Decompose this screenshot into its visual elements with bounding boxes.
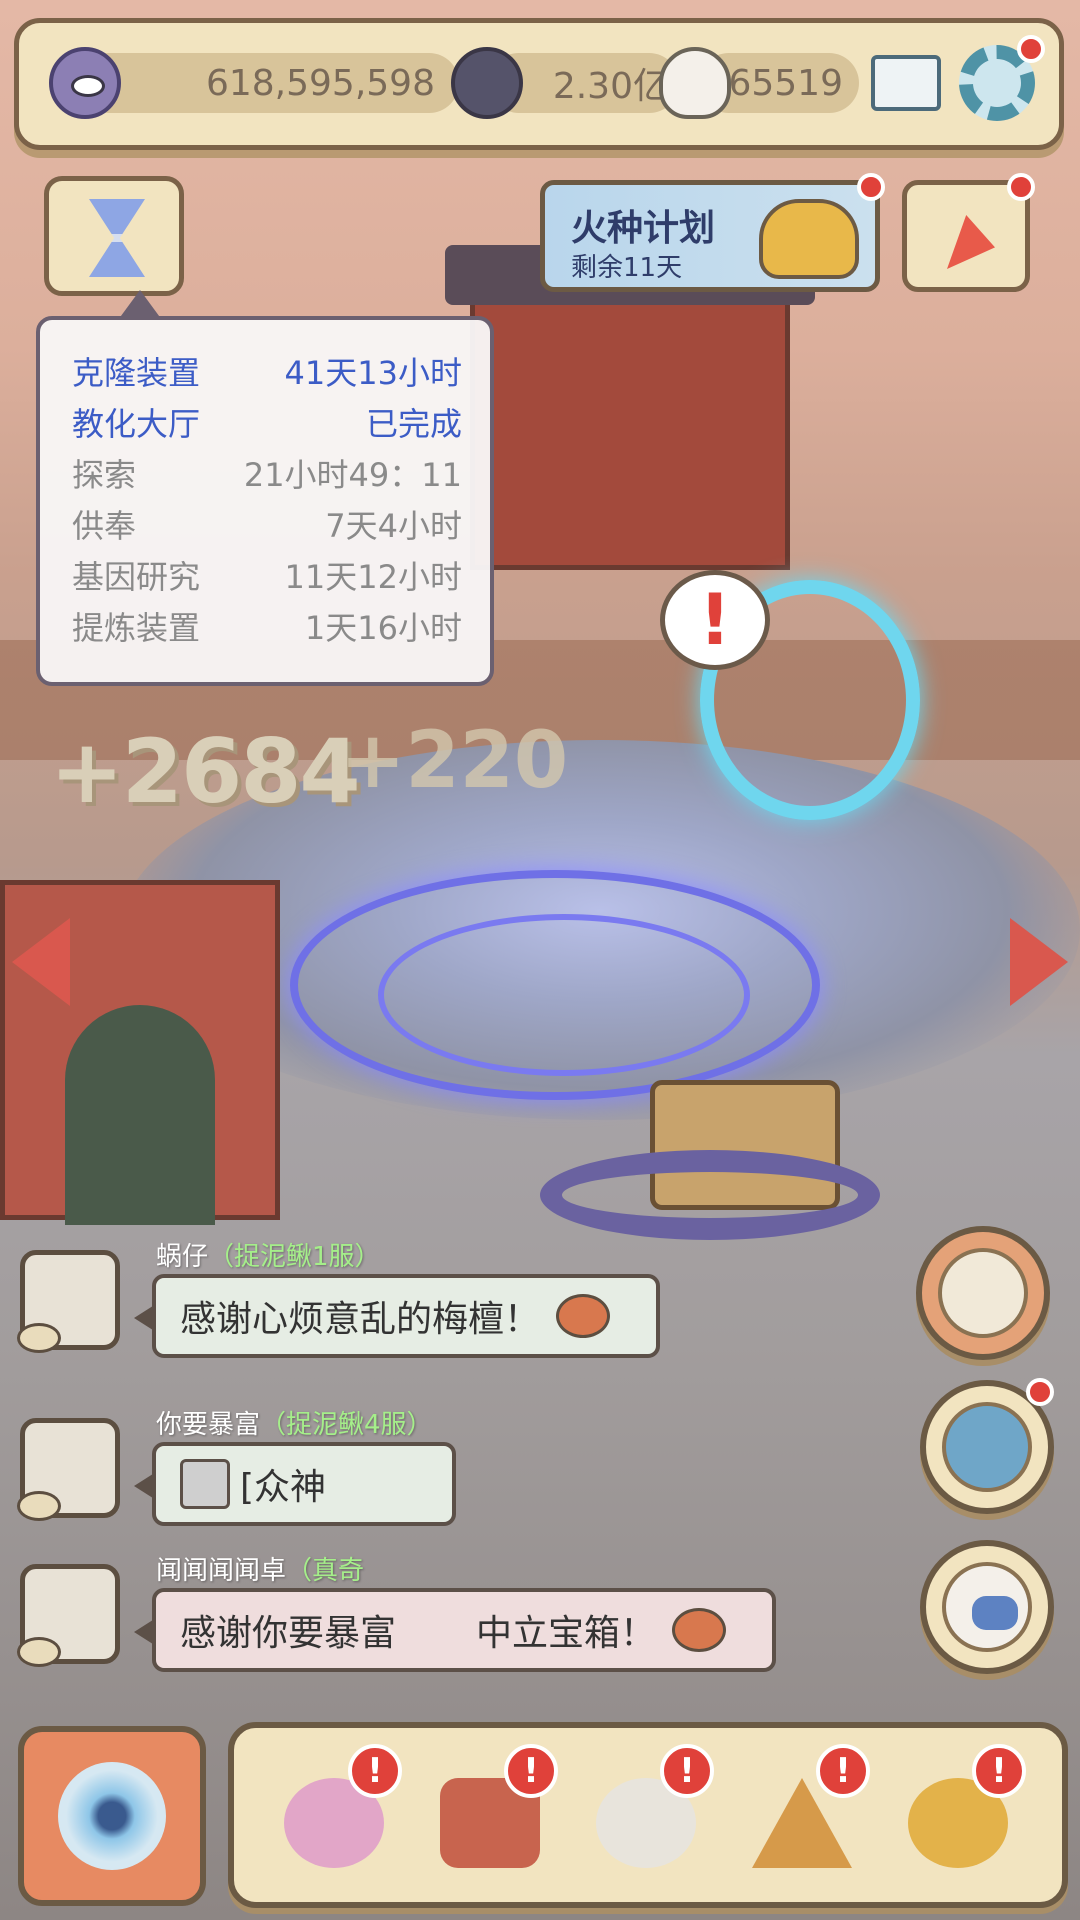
alert-badge: ! <box>972 1744 1026 1798</box>
timer-tooltip: 克隆装置 41天13小时 教化大厅 已完成 探索 21小时49：11 供奉 7天… <box>36 290 494 686</box>
chat-username: 蜗仔 <box>156 1242 209 1272</box>
event-title: 火种计划 <box>571 208 716 249</box>
avatar[interactable] <box>17 1250 120 1353</box>
alert-badge: ! <box>504 1744 558 1798</box>
magic-circle[interactable] <box>290 870 820 1100</box>
timer-value: 21小时49：11 <box>243 456 462 494</box>
floating-gain-number: +220 <box>340 716 569 806</box>
portal-round-button[interactable] <box>920 1378 1054 1514</box>
scene-prev-arrow[interactable] <box>12 918 70 1006</box>
alert-badge: ! <box>816 1744 870 1798</box>
snake-creature <box>540 1150 880 1240</box>
notification-dot <box>1026 1378 1054 1406</box>
mail-icon[interactable] <box>871 55 941 111</box>
timer-row: 克隆装置 41天13小时 <box>72 348 462 399</box>
speech-icon <box>972 1596 1018 1630</box>
timer-name: 教化大厅 <box>72 405 201 443</box>
eye-icon <box>49 47 121 119</box>
vortex-icon <box>942 1402 1032 1492</box>
avatar[interactable] <box>17 1564 120 1667</box>
chat-server: （真奇 <box>286 1556 365 1586</box>
chat-text: [众神 <box>240 1467 327 1508</box>
eye-count-value: 618,595,598 <box>205 62 435 104</box>
letter-icon <box>938 1248 1028 1338</box>
mail-round-button[interactable] <box>916 1226 1050 1360</box>
timer-row: 教化大厅 已完成 <box>72 399 462 450</box>
timer-value: 1天16小时 <box>304 609 462 647</box>
ghost-count-value: 65519 <box>728 62 843 104</box>
dock-coin-button[interactable]: ! <box>892 1744 1026 1882</box>
crab-emoji-icon <box>556 1294 611 1338</box>
chat-message[interactable]: 闻闻闻闻卓（真奇 感谢你要暴富 中立宝箱！ <box>17 1554 840 1704</box>
eye-badge-icon <box>17 1491 61 1521</box>
notification-dot <box>1017 35 1045 63</box>
dock-statue-button[interactable]: ! <box>580 1744 714 1882</box>
event-banner[interactable]: 火种计划 剩余11天 <box>540 173 885 292</box>
floating-gain-number: +2684 <box>50 720 361 823</box>
notification-dot <box>1007 173 1035 201</box>
timer-row: 提炼装置 1天16小时 <box>72 603 462 654</box>
eye-counter: 618,595,598 <box>79 53 459 113</box>
timer-hourglass-button[interactable] <box>44 176 184 296</box>
hourglass-icon <box>89 199 145 277</box>
event-mascot-icon <box>759 199 859 279</box>
timer-row: 探索 21小时49：11 <box>72 450 462 501</box>
chat-text: 感谢心烦意乱的梅檀！ <box>180 1299 541 1340</box>
timer-value: 7天4小时 <box>325 507 462 545</box>
party-popper-button[interactable] <box>902 173 1035 292</box>
chat-username: 闻闻闻闻卓 <box>156 1556 287 1586</box>
resource-bar: 618,595,598 2.30亿 65519 <box>14 18 1064 150</box>
home-vortex-button[interactable] <box>18 1726 206 1906</box>
chat-sender: 闻闻闻闻卓（真奇 <box>156 1550 364 1587</box>
chat-text: 感谢你要暴富 <box>180 1613 397 1654</box>
eye-badge-icon <box>17 1637 61 1667</box>
notification-dot <box>857 173 885 201</box>
chat-bubble: 感谢你要暴富 中立宝箱！ <box>134 1588 776 1672</box>
party-popper-icon <box>947 215 995 269</box>
card-icon <box>180 1459 230 1509</box>
chat-sender: 你要暴富（捉泥鳅4服） <box>156 1404 433 1441</box>
avatar[interactable] <box>17 1418 120 1521</box>
chat-text-tail: 中立宝箱！ <box>476 1613 657 1654</box>
dock-snail-button[interactable]: ! <box>268 1744 402 1882</box>
timer-row: 基因研究 11天12小时 <box>72 552 462 603</box>
alert-bubble-icon[interactable]: ! <box>660 570 770 670</box>
timer-value: 11天12小时 <box>284 558 462 596</box>
timer-name: 探索 <box>72 456 137 494</box>
chat-server: （捉泥鳅4服） <box>260 1410 433 1440</box>
crab-emoji-icon <box>672 1608 727 1652</box>
vortex-icon <box>58 1762 166 1870</box>
dock-pyramid-button[interactable]: ! <box>736 1744 870 1882</box>
timer-name: 供奉 <box>72 507 137 545</box>
soul-orb-icon <box>451 47 523 119</box>
chat-sender: 蜗仔（捉泥鳅1服） <box>156 1236 381 1273</box>
eye-badge-icon <box>17 1323 61 1353</box>
event-remaining: 剩余11天 <box>571 253 683 283</box>
chat-bubble-icon <box>942 1562 1032 1652</box>
alert-badge: ! <box>348 1744 402 1798</box>
scene-next-arrow[interactable] <box>1010 918 1068 1006</box>
timer-name: 提炼装置 <box>72 609 201 647</box>
ghost-icon <box>659 47 731 119</box>
timer-value: 41天13小时 <box>284 354 462 392</box>
alert-badge: ! <box>660 1744 714 1798</box>
timer-value: 已完成 <box>365 405 462 443</box>
dock-backpack-button[interactable]: ! <box>424 1744 558 1882</box>
soul-count-value: 2.30亿 <box>552 66 669 107</box>
chat-bubble: [众神 <box>134 1442 456 1526</box>
timer-name: 克隆装置 <box>72 354 201 392</box>
bottom-dock: ! ! ! ! ! <box>228 1722 1068 1908</box>
chat-message[interactable]: 蜗仔（捉泥鳅1服） 感谢心烦意乱的梅檀！ <box>17 1240 840 1390</box>
timer-name: 基因研究 <box>72 558 201 596</box>
chat-username: 你要暴富 <box>156 1410 261 1440</box>
timer-row: 供奉 7天4小时 <box>72 501 462 552</box>
shrine-building[interactable] <box>445 245 815 570</box>
chat-message[interactable]: 你要暴富（捉泥鳅4服） [众神 <box>17 1408 840 1558</box>
chat-bubble: 感谢心烦意乱的梅檀！ <box>134 1274 660 1358</box>
chat-server: （捉泥鳅1服） <box>208 1242 381 1272</box>
chat-button[interactable] <box>920 1540 1054 1674</box>
